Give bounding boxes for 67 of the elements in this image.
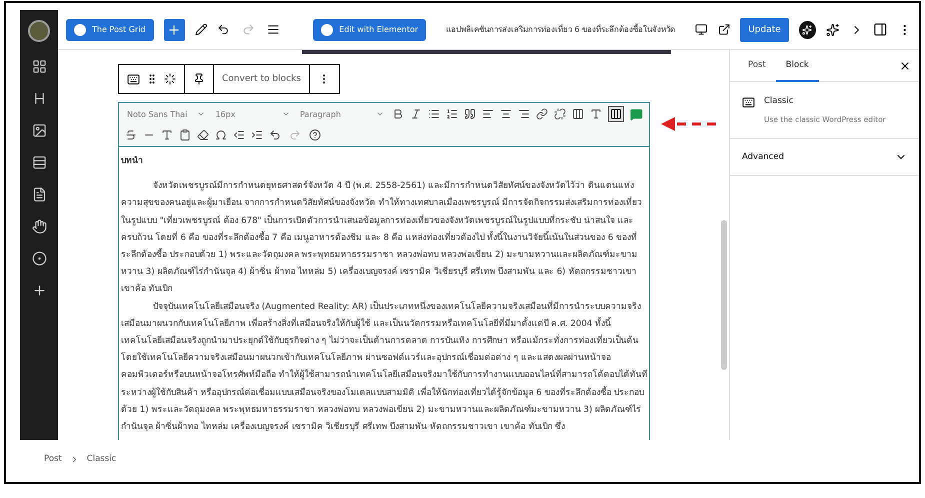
font-family-select[interactable]: Noto Sans Thai bbox=[125, 110, 208, 118]
panel-section[interactable]: Advanced bbox=[730, 139, 919, 176]
quote-icon[interactable] bbox=[464, 108, 476, 120]
panel-tab[interactable]: Post bbox=[738, 50, 776, 82]
numbered-list-icon[interactable] bbox=[446, 108, 458, 120]
form-icon[interactable] bbox=[32, 187, 46, 202]
image-icon[interactable] bbox=[32, 123, 46, 138]
sparkle-icon[interactable] bbox=[826, 22, 840, 36]
help-icon[interactable] bbox=[309, 129, 321, 141]
target-icon[interactable] bbox=[32, 251, 46, 266]
comment-icon[interactable] bbox=[630, 108, 644, 120]
outdent-icon[interactable] bbox=[233, 129, 245, 141]
sidebar-toggle-icon[interactable] bbox=[873, 22, 888, 37]
pencil-icon[interactable] bbox=[194, 23, 208, 36]
pin-icon[interactable] bbox=[193, 73, 205, 85]
post-title[interactable]: แอปพลิเคชันการส่งเสริมการท่องเที่ยว 6 ของที่ระลึกต้องซื้อในจังหวัด bbox=[446, 23, 676, 36]
block-name: Classic bbox=[764, 96, 794, 108]
plugin-button[interactable]: The Post Grid bbox=[66, 18, 154, 40]
heading-text: บทนำ bbox=[121, 154, 144, 168]
keyboard-icon bbox=[742, 96, 755, 109]
external-link-icon[interactable] bbox=[718, 23, 730, 36]
caret-icon bbox=[282, 110, 290, 118]
paragraph: ปัจจุบันเทคโนโลยีเสมือนจริง (Augmented Reality: AR) เป็นประเภทหนึ่งของเทคโนโลยีความจริงเสมือนที่มีการนำระบบความจริงเสมือนมาผนวกกับเทคโนโลยีภาพ เพื่อสร้างสิ่งที่เสมือนจริงให้กับผู้ใช้ และเป็นนวัตกรรมหรือเทคโนโลยีที่มีมาตั้งแต่ปี ค.ศ. 2004 ทั้งนี้เทคโนโลยีเสมือนจริงถูกนำมาประยุกต์ใช้กับธุรกิจต่าง ๆ ไม่ว่าจะเป็นด้านการตลาด การบันเทิง การศึกษา หรือแม้กระทั่งการท่องเที่ยวเป็นต้น โดยใช้เทคโนโลยีความจริงเสมือนมาผนวกเข้ากับเทคโนโลยีภาพ ผ่านซอฟต์แวร์และอุปกรณ์เชื่อมต่อต่าง ๆ และแสดงผลผ่านหน้าจอคอมพิวเตอร์หรือบนหน้าจอโทรศัพท์มือถือ ทำให้ผู้ใช้สามารถนำเทคโนโลยีเสมือนจริงมาใช้กับการทำงานแบบออนไลน์ที่สามารถโต้ตอบได้ทันทีระหว่างผู้ใช้กับสินค้า หรืออุปกรณ์ต่อเชื่อมแบบเสมือนจริงของโมเดลแบบสามมิติ เพื่อให้นักท่องเที่ยวได้รู้จักข้อมูล 6 ของที่ระลึกต้องซื้อ ประกอบด้วย 1) พระและวัตถุมงคล พระพุทธมหาธรรมราชา หลวงพ่อทบ หลวงพ่อเขียน 2) มะขามหวานและผลิตภัณฑ์มะขามหวาน 3) ผลิตภัณฑ์ไร่กำนันจุล ผ้าซิ่นผ้าทอ ไทหล่ม เครื่องเบญจรงค์ เซรามิค วิเชียรบุรี ศรีเทพ บึงสามพัน หัตถกรรมชาวเขา เขาค้อ ทับเบิก ซึ่ง bbox=[121, 299, 649, 434]
caret-icon bbox=[197, 110, 206, 118]
list-view-icon[interactable] bbox=[266, 23, 280, 36]
paragraph: จังหวัดเพชรบูรณ์มีการกำหนดยุทธศาสตร์จังหวัด 4 ปี (พ.ศ. 2558-2561) และมีการกำหนดวิสัยทัศน์ของจังหวัดไว้ว่า ดินแดนแห่งความสุขของคนอยู่และผู้มาเยือน จากการกำหนดวิสัยทัศน์ของจังหวัด ทำให้ทางเทศบาลเมืองเพชรบูรณ์ มีการจัดกิจกรรมส่งเสริมการท่องเที่ยวในรูปแบบ "เที่ยวเพชรบูรณ์ ต้อง 678" เป็นการเปิดตัวการนำเสนอข้อมูลการท่องเที่ยวของจังหวัดเพชรบูรณ์ในรูปแบบที่กระชับ น่าสนใจ และครบถ้วน โดยที่ 6 คือ ของที่ระลึกต้องซื้อ 7 คือ เมนูอาหารต้องชิม และ 8 คือ แหล่งท่องเที่ยวต้องไป ทั้งนี้ในงานวิจัยนี้เน้นในส่วนของ 6 ของที่ระลึกต้องซื้อ ประกอบด้วย 1) พระและวัตถุมงคล พระพุทธมหาธรรมราชา หลวงพ่อทบ หลวงพ่อเขียน 2) มะขามหวานและผลิตภัณฑ์มะขามหวาน 3) ผลิตภัณฑ์ไร่กำนันจุล 4) ผ้าซิ่น ผ้าทอ ไทหล่ม 5) เครื่องเบญจรงค์ เซรามิค วิเชียรบุรี ศรีเทพ บึงสามพัน และ 6) หัตถกรรมชาวเขา เขาค้อ ทับเบิก bbox=[121, 179, 644, 296]
italic-icon[interactable] bbox=[410, 108, 422, 120]
format-select[interactable]: Paragraph bbox=[298, 110, 386, 118]
strikethrough-icon[interactable] bbox=[125, 129, 137, 141]
align-center-icon[interactable] bbox=[500, 108, 512, 120]
breadcrumb-item[interactable]: Classic bbox=[86, 454, 116, 464]
bold-icon[interactable] bbox=[392, 108, 404, 120]
redo-icon bbox=[289, 129, 301, 141]
link-icon[interactable] bbox=[536, 108, 548, 120]
close-icon bbox=[899, 60, 911, 72]
toolbar-toggle-icon bbox=[610, 108, 622, 120]
eraser-icon[interactable] bbox=[197, 129, 209, 141]
align-right-icon[interactable] bbox=[518, 108, 530, 120]
panel-tab[interactable]: Block bbox=[776, 50, 819, 82]
breadcrumb-item[interactable]: Post bbox=[44, 454, 62, 464]
pointer-arrow bbox=[661, 117, 719, 131]
text-color-icon[interactable] bbox=[161, 129, 173, 141]
spinner-icon[interactable] bbox=[164, 73, 176, 85]
convert-to-blocks-button[interactable]: Convert to blocks bbox=[214, 65, 310, 93]
layout-grid-icon[interactable] bbox=[32, 59, 46, 74]
clipboard-icon[interactable] bbox=[179, 129, 191, 141]
align-left-icon[interactable] bbox=[482, 108, 494, 120]
hand-icon[interactable] bbox=[32, 219, 46, 234]
redo-icon bbox=[242, 23, 255, 36]
close-button[interactable] bbox=[899, 60, 911, 72]
add-block-button[interactable] bbox=[164, 18, 185, 40]
desktop-icon[interactable] bbox=[695, 23, 708, 36]
indent-icon[interactable] bbox=[251, 129, 263, 141]
undo-icon[interactable] bbox=[269, 129, 281, 141]
undo-icon[interactable] bbox=[217, 23, 230, 36]
plus-icon[interactable] bbox=[32, 283, 46, 298]
caret-icon bbox=[376, 110, 384, 118]
plus-icon bbox=[167, 22, 182, 36]
font-size-select[interactable]: 16px bbox=[213, 110, 292, 118]
omega-icon[interactable] bbox=[215, 129, 227, 141]
rows-icon[interactable] bbox=[32, 155, 46, 170]
site-logo[interactable] bbox=[28, 20, 50, 42]
update-button[interactable]: Update bbox=[740, 18, 789, 42]
toolbar-toggle-button[interactable] bbox=[608, 106, 624, 122]
keyboard-icon[interactable] bbox=[127, 72, 140, 86]
elementor-button[interactable]: Edit with Elementor bbox=[313, 18, 426, 40]
unlink-icon[interactable] bbox=[554, 108, 566, 120]
